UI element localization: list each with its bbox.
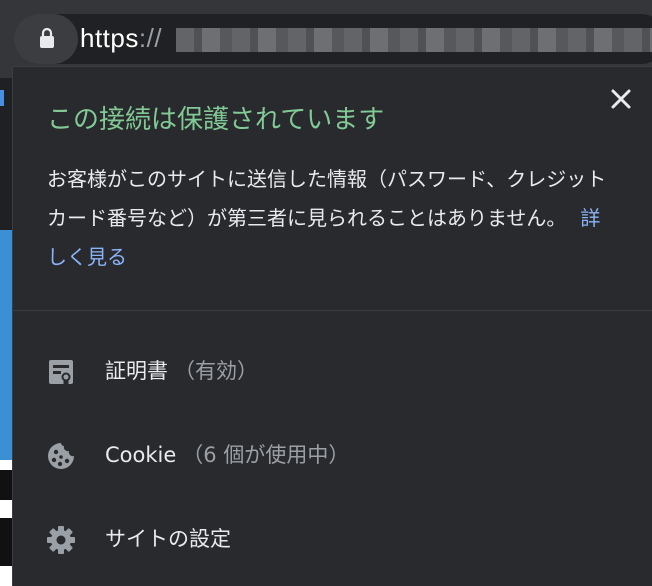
certificate-row[interactable]: 証明書 （有効） [13, 340, 652, 400]
background-text-fragment [0, 470, 12, 500]
lock-icon [40, 27, 54, 48]
connection-description: お客様がこのサイトに送信した情報（パスワード、クレジット カード番号など）が第三… [47, 160, 607, 277]
site-settings-row[interactable]: サイトの設定 [13, 508, 652, 568]
site-settings-label: サイトの設定 [105, 527, 231, 551]
connection-info-popup: この接続は保護されています お客様がこのサイトに送信した情報（パスワード、クレジ… [12, 66, 652, 586]
cookie-label: Cookie （6 個が使用中） [105, 440, 349, 470]
gear-icon [45, 524, 77, 556]
certificate-title: 証明書 [105, 359, 168, 383]
url-scheme: https [80, 23, 139, 53]
cookie-icon [45, 440, 77, 472]
cookie-count: （6 個が使用中） [182, 443, 350, 467]
url-separator: :// [138, 23, 163, 53]
background-page [0, 78, 12, 586]
close-icon [611, 89, 631, 109]
url-text[interactable]: https:// [80, 21, 162, 55]
site-info-button[interactable] [14, 14, 78, 64]
connection-secure-title: この接続は保護されています [47, 105, 385, 135]
url-redacted-domain [176, 28, 652, 52]
certificate-icon [45, 356, 77, 388]
divider [13, 310, 652, 311]
background-accent [0, 90, 4, 106]
certificate-status: （有効） [174, 359, 258, 383]
cookie-title: Cookie [105, 443, 177, 467]
description-text: お客様がこのサイトに送信した情報（パスワード、クレジット カード番号など）が第三… [47, 167, 607, 230]
certificate-label: 証明書 （有効） [105, 356, 258, 386]
close-button[interactable] [609, 87, 633, 111]
background-text-fragment [0, 518, 12, 566]
background-banner [0, 230, 12, 460]
cookie-row[interactable]: Cookie （6 個が使用中） [13, 424, 652, 484]
